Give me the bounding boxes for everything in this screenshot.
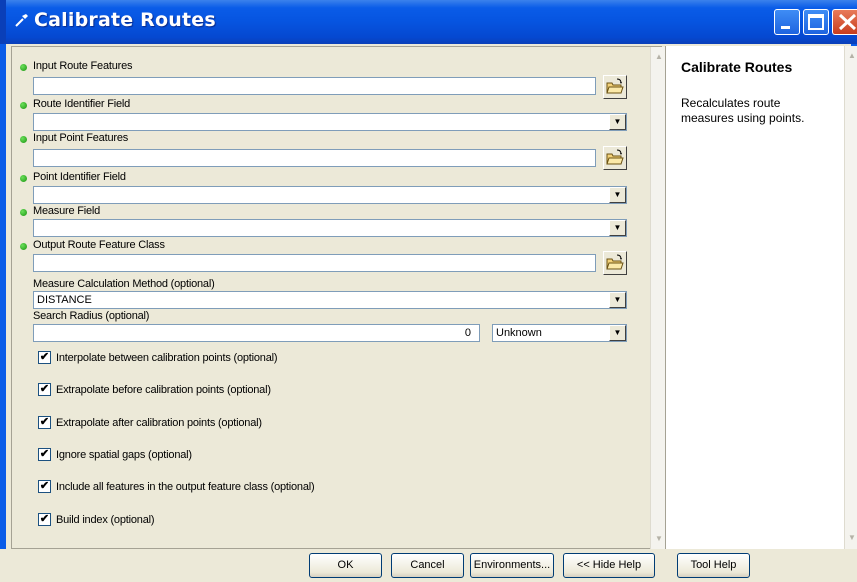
dropdown-button[interactable]: ▼	[609, 114, 626, 130]
chevron-down-icon: ▼	[655, 534, 663, 543]
dropdown-button[interactable]: ▼	[609, 325, 626, 341]
measure-field-select[interactable]	[33, 219, 627, 237]
maximize-button[interactable]	[803, 9, 829, 35]
maximize-icon	[808, 14, 824, 30]
field-label: Output Route Feature Class	[33, 239, 165, 251]
input-route-features-field[interactable]	[33, 77, 596, 95]
help-title: Calibrate Routes	[681, 59, 793, 75]
measure-calculation-method-select[interactable]: DISTANCE	[33, 291, 627, 309]
required-indicator	[20, 209, 27, 216]
search-radius-input[interactable]: 0	[33, 324, 480, 342]
minimize-icon	[781, 26, 790, 29]
chevron-down-icon: ▼	[613, 117, 622, 126]
checkbox-label: Ignore spatial gaps (optional)	[56, 449, 192, 461]
field-label: Search Radius (optional)	[33, 310, 150, 322]
required-indicator	[20, 243, 27, 250]
close-icon	[838, 13, 857, 31]
field-label: Route Identifier Field	[33, 98, 131, 110]
window-left-border	[0, 44, 6, 582]
chevron-up-icon: ▲	[655, 52, 663, 61]
checkbox-label: Extrapolate after calibration points (op…	[56, 417, 262, 429]
required-indicator	[20, 64, 27, 71]
form-scrollbar[interactable]: ▲ ▼	[650, 47, 666, 550]
build-index-checkbox[interactable]: ✔	[38, 513, 51, 526]
scroll-up-arrow[interactable]: ▲	[845, 48, 857, 64]
browse-button[interactable]	[603, 251, 627, 275]
hide-help-button[interactable]: << Hide Help	[563, 553, 655, 578]
chevron-up-icon: ▲	[848, 51, 856, 60]
title-bar[interactable]: Calibrate Routes	[0, 0, 857, 44]
chevron-down-icon: ▼	[613, 190, 622, 199]
open-folder-icon	[606, 149, 624, 165]
required-indicator	[20, 175, 27, 182]
browse-button[interactable]	[603, 146, 627, 170]
include-all-features-checkbox[interactable]: ✔	[38, 480, 51, 493]
field-label: Input Route Features	[33, 60, 133, 72]
close-button[interactable]	[832, 9, 857, 35]
required-indicator	[20, 136, 27, 143]
checkbox-label: Build index (optional)	[56, 514, 155, 526]
parameters-panel: Input Route Features Route Identifier Fi…	[11, 46, 666, 550]
hammer-tool-icon	[15, 14, 28, 27]
field-label: Input Point Features	[33, 132, 129, 144]
chevron-down-icon: ▼	[848, 533, 856, 542]
point-identifier-field-select[interactable]	[33, 186, 627, 204]
scroll-down-arrow[interactable]: ▼	[845, 530, 857, 546]
input-point-features-field[interactable]	[33, 149, 596, 167]
open-folder-icon	[606, 254, 624, 270]
field-label: Point Identifier Field	[33, 171, 126, 183]
checkbox-label: Extrapolate before calibration points (o…	[56, 384, 271, 396]
help-panel: Calibrate Routes Recalculates route meas…	[665, 46, 857, 549]
dropdown-button[interactable]: ▼	[609, 187, 626, 203]
dropdown-button[interactable]: ▼	[609, 220, 626, 236]
minimize-button[interactable]	[774, 9, 800, 35]
chevron-down-icon: ▼	[613, 295, 622, 304]
chevron-down-icon: ▼	[613, 328, 622, 337]
scroll-up-arrow[interactable]: ▲	[652, 49, 666, 65]
open-folder-icon	[606, 78, 624, 94]
route-identifier-field-select[interactable]	[33, 113, 627, 131]
extrapolate-before-checkbox[interactable]: ✔	[38, 383, 51, 396]
field-label: Measure Calculation Method (optional)	[33, 278, 215, 290]
field-label: Measure Field	[33, 205, 101, 217]
search-radius-unit-select[interactable]: Unknown	[492, 324, 627, 342]
ok-button[interactable]: OK	[309, 553, 382, 578]
required-indicator	[20, 102, 27, 109]
tool-help-button[interactable]: Tool Help	[677, 553, 750, 578]
chevron-down-icon: ▼	[613, 223, 622, 232]
checkbox-label: Include all features in the output featu…	[56, 481, 315, 493]
dropdown-button[interactable]: ▼	[609, 292, 626, 308]
ignore-spatial-gaps-checkbox[interactable]: ✔	[38, 448, 51, 461]
cancel-button[interactable]: Cancel	[391, 553, 464, 578]
checkbox-label: Interpolate between calibration points (…	[56, 352, 278, 364]
extrapolate-after-checkbox[interactable]: ✔	[38, 416, 51, 429]
output-route-feature-class-field[interactable]	[33, 254, 596, 272]
help-scrollbar[interactable]: ▲ ▼	[844, 46, 857, 549]
help-description: Recalculates route measures using points…	[681, 96, 805, 125]
scroll-down-arrow[interactable]: ▼	[652, 531, 666, 547]
interpolate-checkbox[interactable]: ✔	[38, 351, 51, 364]
window-title: Calibrate Routes	[34, 9, 216, 31]
environments-button[interactable]: Environments...	[470, 553, 554, 578]
browse-button[interactable]	[603, 75, 627, 99]
